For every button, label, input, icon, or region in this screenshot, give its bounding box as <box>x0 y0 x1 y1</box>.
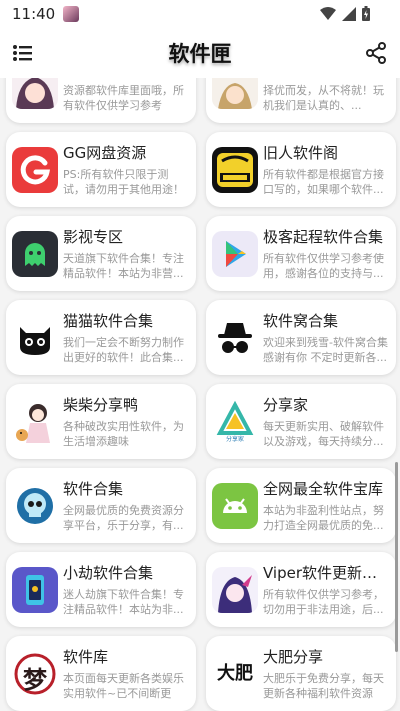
app-title: 软件匣 <box>168 42 232 66</box>
anime-purple-girl-icon <box>212 567 258 613</box>
app-card-description: 全网最优质的免费资源分享平台，乐于分享，有... <box>63 504 184 532</box>
logo-text: 分享家 <box>225 436 244 443</box>
app-card[interactable]: 大肥 大肥分享大肥乐于免费分享，每天更新各种福利软件资源 <box>206 636 396 711</box>
old-people-badge-icon <box>212 147 258 193</box>
app-card-title: 软件库 <box>63 648 109 666</box>
app-card-title: 软件合集 <box>63 480 124 498</box>
app-card[interactable]: 猫猫软件合集我们一定会不断努力制作出更好的软件！此合集... <box>6 300 196 375</box>
app-card-description: 择优而发，从不将就！玩机我们是认真的、... <box>263 84 384 112</box>
app-card-description: 资源都软件库里面哦，所有软件仅供学习参考 <box>63 84 184 112</box>
android-icon <box>212 483 258 529</box>
app-card[interactable]: 梦软件库本页面每天更新各类娱乐实用软件~已不间断更新... <box>6 636 196 711</box>
black-cat-icon <box>12 315 58 361</box>
app-card-title: 大肥分享 <box>263 648 324 666</box>
app-card-title: 猫猫软件合集 <box>63 312 154 330</box>
app-card[interactable]: 小劫软件合集迷人劫旗下软件合集！专注精品软件！本站为非... <box>6 552 196 627</box>
app-card-description: 天道旗下软件合集！专注精品软件！本站为非营... <box>63 252 184 280</box>
app-card-description: 所有软件仅供学习参考使用，感谢各位的支持与... <box>263 252 384 280</box>
app-card[interactable]: 择优而发，从不将就！玩机我们是认真的、... <box>206 78 396 123</box>
app-card-description: 本站为非盈利性站点，努力打造全网最优质的免... <box>263 504 384 532</box>
anime-girl-icon <box>12 78 58 109</box>
app-card[interactable]: Viper软件更新合... 所有软件仅供学习参考，切勿用于非法用途，后... <box>206 552 396 627</box>
app-card[interactable]: GG网盘资源 PS:所有软件只限于测试，请勿用于其他用途！如... <box>6 132 196 207</box>
app-card-description: PS:所有软件只限于测试，请勿用于其他用途！如... <box>63 168 184 196</box>
g-letter-icon <box>12 147 58 193</box>
app-card-title: 旧人软件阁 <box>263 144 339 162</box>
share-home-logo-icon: 分享家 <box>212 399 258 445</box>
battery-icon <box>362 6 370 21</box>
calligraphy-meng-icon: 梦 <box>12 651 58 697</box>
app-card-description: 大肥乐于免费分享，每天更新各种福利软件资源 <box>263 672 384 700</box>
app-card[interactable]: 影视专区天道旗下软件合集！专注精品软件！本站为非营... <box>6 216 196 291</box>
app-card[interactable]: 软件窝合集欢迎来到残雪-软件窝合集感谢有你 不定时更新各... <box>206 300 396 375</box>
app-card[interactable]: 全网最全软件宝库本站为非盈利性站点，努力打造全网最优质的免... <box>206 468 396 543</box>
app-card-title: 小劫软件合集 <box>63 564 154 582</box>
app-card-title: 全网最全软件宝库 <box>263 480 384 498</box>
share-icon[interactable] <box>364 41 388 65</box>
app-list[interactable]: 资源都软件库里面哦，所有软件仅供学习参考 择优而发，从不将就！玩机我们是认真的、.… <box>0 78 400 711</box>
ghost-icon <box>12 231 58 277</box>
app-card[interactable]: 分享家 分享家 每天更新实用、破解软件以及游戏，每天持续分... <box>206 384 396 459</box>
play-store-icon <box>212 231 258 277</box>
app-bar: 软件匣 <box>0 28 400 78</box>
app-card-description: 迷人劫旗下软件合集！专注精品软件！本站为非... <box>63 588 184 616</box>
app-card-title: 分享家 <box>263 396 309 414</box>
app-card-description: 所有软件仅供学习参考，切勿用于非法用途，后... <box>263 588 384 616</box>
logo-text: 大肥 <box>217 663 253 684</box>
list-menu-icon[interactable] <box>12 43 34 63</box>
app-card[interactable]: 旧人软件阁所有软件都是根据官方接口写的，如果哪个软件... <box>206 132 396 207</box>
scrollbar[interactable] <box>395 462 398 652</box>
app-card-description: 本页面每天更新各类娱乐实用软件~已不间断更新... <box>63 672 184 700</box>
phone-app-icon <box>12 567 58 613</box>
app-card-description: 欢迎来到残雪-软件窝合集感谢有你 不定时更新各... <box>263 336 388 364</box>
wifi-icon <box>320 6 336 20</box>
status-time: 11:40 <box>12 5 56 23</box>
app-card-description: 每天更新实用、破解软件以及游戏，每天持续分... <box>263 420 384 448</box>
notification-avatar-icon <box>63 6 80 22</box>
skull-icon <box>12 483 58 529</box>
girl-with-dog-icon <box>12 399 58 445</box>
app-card-title: 极客起程软件合集 <box>263 228 384 246</box>
anime-character-icon <box>212 78 258 109</box>
app-card-description: 各种破改实用性软件，为生活增添趣味 <box>63 420 184 448</box>
app-card-title: 影视专区 <box>63 228 124 246</box>
app-card[interactable]: 资源都软件库里面哦，所有软件仅供学习参考 <box>6 78 196 123</box>
app-card-description: 我们一定会不断努力制作出更好的软件！此合集... <box>63 336 184 364</box>
calligraphy-dafei-icon: 大肥 <box>212 651 258 697</box>
incognito-icon <box>212 315 258 361</box>
app-card[interactable]: 柴柴分享鸭各种破改实用性软件，为生活增添趣味 <box>6 384 196 459</box>
status-bar: 11:40 <box>0 0 400 28</box>
app-card[interactable]: 极客起程软件合集所有软件仅供学习参考使用，感谢各位的支持与... <box>206 216 396 291</box>
app-card-title: 柴柴分享鸭 <box>63 396 139 414</box>
app-card-title: Viper软件更新合... <box>263 564 391 582</box>
app-card-description: 所有软件都是根据官方接口写的，如果哪个软件... <box>263 168 384 196</box>
signal-icon <box>342 6 356 21</box>
logo-text: 梦 <box>23 665 47 694</box>
app-card[interactable]: 软件合集全网最优质的免费资源分享平台，乐于分享，有... <box>6 468 196 543</box>
app-card-title: 软件窝合集 <box>263 312 339 330</box>
app-card-title: GG网盘资源 <box>63 144 147 162</box>
